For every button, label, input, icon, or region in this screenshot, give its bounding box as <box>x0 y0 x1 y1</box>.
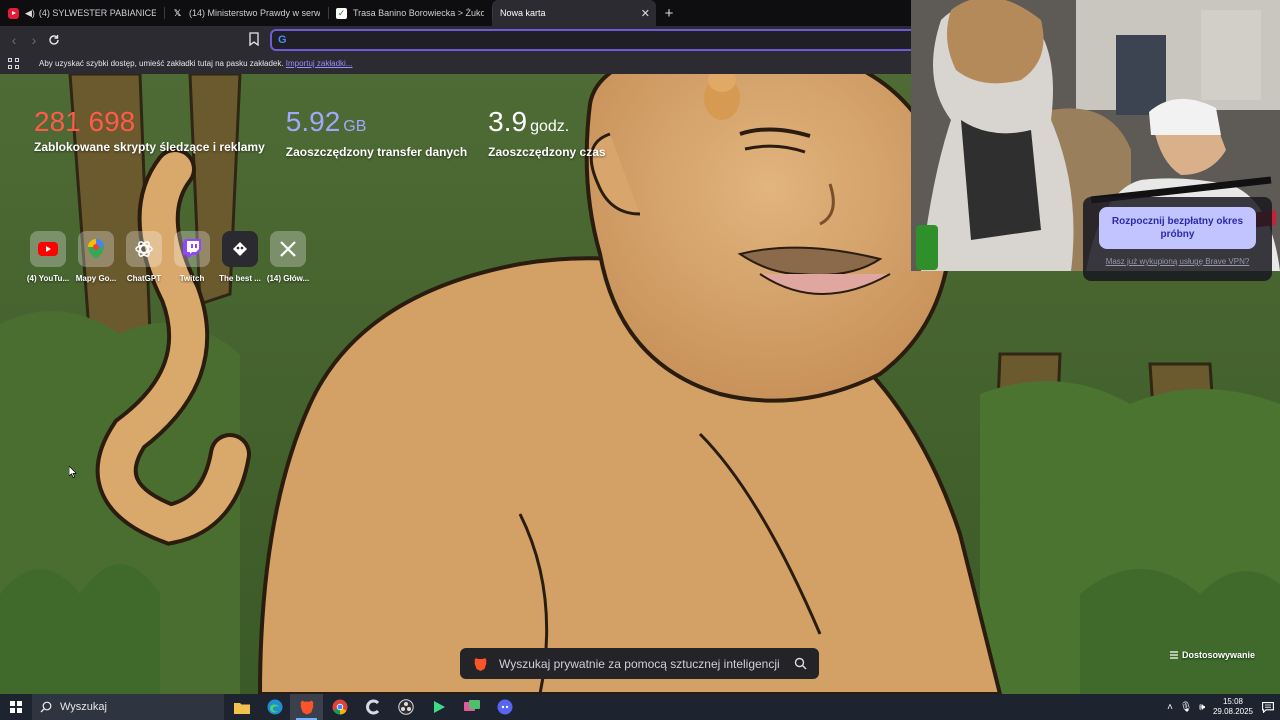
tab-route[interactable]: ✓ Trasa Banino Borowiecka > Żukowo, <box>328 0 492 26</box>
ai-search-placeholder: Wyszukaj prywatnie za pomocą sztucznej i… <box>499 656 780 671</box>
tab-label: Trasa Banino Borowiecka > Żukowo, <box>353 8 484 18</box>
bandwidth-number: 5.92 <box>285 106 341 137</box>
top-site-chatgpt[interactable]: ChatGPT <box>120 231 168 283</box>
reload-icon <box>49 35 59 45</box>
top-site-label: The best ... <box>219 274 261 283</box>
top-site-label: Twitch <box>179 274 205 283</box>
tab-label: (14) Ministerstwo Prawdy w serwisie <box>189 8 320 18</box>
bookmarks-message: Aby uzyskać szybki dostęp, umieść zakład… <box>39 59 284 68</box>
edge-icon[interactable] <box>258 694 291 720</box>
tab-youtube[interactable]: ◀) (4) SYLWESTER PABIANICE 2022 <box>0 0 164 26</box>
top-site-x[interactable]: (14) Głów... <box>264 231 312 283</box>
new-tab-button[interactable]: + <box>656 0 682 26</box>
tab-label: (4) SYLWESTER PABIANICE 2022 <box>38 8 156 18</box>
start-trial-button[interactable]: Rozpocznij bezpłatny okres próbny <box>1099 207 1256 249</box>
youtube-icon <box>30 231 66 267</box>
stat-trackers: 281 698 Zablokowane skrypty śledzące i r… <box>34 106 265 159</box>
top-site-best[interactable]: The best ... <box>216 231 264 283</box>
volume-icon[interactable]: 🕪︎ <box>1194 702 1210 713</box>
notifications-icon[interactable] <box>1256 701 1280 713</box>
obs-icon[interactable] <box>389 694 422 720</box>
taskbar-search-label: Wyszukaj <box>60 701 107 713</box>
bandwidth-value: 5.92 GB <box>286 106 467 143</box>
bookmark-icon <box>249 32 259 47</box>
tab-new[interactable]: Nowa karta ✕ <box>492 0 656 26</box>
close-icon[interactable]: ✕ <box>641 7 650 20</box>
brave-icon <box>474 657 487 671</box>
chrome-icon[interactable] <box>323 694 356 720</box>
search-icon <box>40 701 52 713</box>
clock[interactable]: 15:08 29.08.2025 <box>1210 697 1256 717</box>
chatgpt-icon <box>126 231 162 267</box>
youtube-icon <box>8 7 19 19</box>
x-icon <box>270 231 306 267</box>
taskbar-search[interactable]: Wyszukaj <box>32 694 224 720</box>
taskbar: Wyszukaj ˄ 🎙︎ 🕪︎ 15:08 29.08.2025 <box>0 694 1280 720</box>
brave-taskbar-icon[interactable] <box>290 694 323 720</box>
twitch-icon <box>174 231 210 267</box>
vpn-card: Rozpocznij bezpłatny okres próbny Masz j… <box>1083 197 1272 281</box>
reload-button[interactable] <box>46 32 62 48</box>
stat-time: 3.9 godz. Zaoszczędzony czas <box>488 106 605 159</box>
tab-label: Nowa karta <box>500 8 546 18</box>
windows-start-icon[interactable] <box>10 701 22 713</box>
apps-icon[interactable] <box>8 58 19 69</box>
time-unit: godz. <box>530 118 570 135</box>
ccleaner-icon[interactable] <box>356 694 389 720</box>
search-icon[interactable] <box>794 657 807 670</box>
tab-x[interactable]: 𝕏 (14) Ministerstwo Prawdy w serwisie <box>164 0 328 26</box>
bookmarks-hint: Aby uzyskać szybki dostęp, umieść zakład… <box>39 59 353 68</box>
maps-icon <box>78 231 114 267</box>
top-site-label: (4) YouTu... <box>26 274 70 283</box>
top-site-label: (14) Głów... <box>266 274 310 283</box>
time-number: 3.9 <box>488 106 528 137</box>
top-site-maps[interactable]: Mapy Go... <box>72 231 120 283</box>
discord-like-icon <box>222 231 258 267</box>
vpn-purchased-link[interactable]: Masz już wykupioną usługę Brave VPN? <box>1083 257 1272 266</box>
customize-button[interactable]: Dostosowywanie <box>1170 650 1255 660</box>
bookmark-button[interactable] <box>248 32 262 48</box>
bandwidth-unit: GB <box>343 118 367 135</box>
top-site-label: ChatGPT <box>126 274 162 283</box>
trackers-count: 281 698 <box>34 106 136 137</box>
ai-search-box[interactable]: Wyszukaj prywatnie za pomocą sztucznej i… <box>460 648 819 679</box>
top-sites: (4) YouTu... Mapy Go... ChatGPT Twitch T… <box>24 231 312 283</box>
stat-bandwidth: 5.92 GB Zaoszczędzony transfer danych <box>286 106 467 159</box>
top-site-youtube[interactable]: (4) YouTu... <box>24 231 72 283</box>
x-icon: 𝕏 <box>173 7 182 18</box>
time-caption: Zaoszczędzony czas <box>488 145 606 159</box>
microphone-icon[interactable]: 🎙︎ <box>1178 702 1194 713</box>
time-value: 3.9 godz. <box>488 106 605 143</box>
discord-icon[interactable] <box>488 694 521 720</box>
import-bookmarks-link[interactable]: Importuj zakładki... <box>286 59 353 68</box>
play-app-icon[interactable] <box>422 694 455 720</box>
address-bar[interactable]: G <box>270 29 930 51</box>
system-tray: ˄ 🎙︎ 🕪︎ 15:08 29.08.2025 <box>1162 694 1280 720</box>
file-explorer-icon[interactable] <box>225 694 258 720</box>
speaker-icon[interactable]: ◀) <box>25 8 35 19</box>
trackers-caption: Zablokowane skrypty śledzące i reklamy <box>34 140 265 154</box>
mouse-cursor-icon <box>69 466 77 478</box>
check-icon: ✓ <box>336 7 347 19</box>
privacy-stats: 281 698 Zablokowane skrypty śledzące i r… <box>34 106 606 159</box>
clock-time: 15:08 <box>1222 697 1244 706</box>
bandwidth-caption: Zaoszczędzony transfer danych <box>285 145 468 159</box>
top-site-label: Mapy Go... <box>75 274 117 283</box>
back-button[interactable]: ‹ <box>6 32 22 48</box>
top-site-twitch[interactable]: Twitch <box>168 231 216 283</box>
sliders-icon <box>1170 651 1178 659</box>
forward-button[interactable]: › <box>26 32 42 48</box>
google-icon: G <box>278 34 287 46</box>
chat-app-icon[interactable] <box>455 694 488 720</box>
chevron-up-icon[interactable]: ˄ <box>1162 702 1178 713</box>
clock-date: 29.08.2025 <box>1212 707 1254 716</box>
customize-label: Dostosowywanie <box>1182 650 1256 660</box>
